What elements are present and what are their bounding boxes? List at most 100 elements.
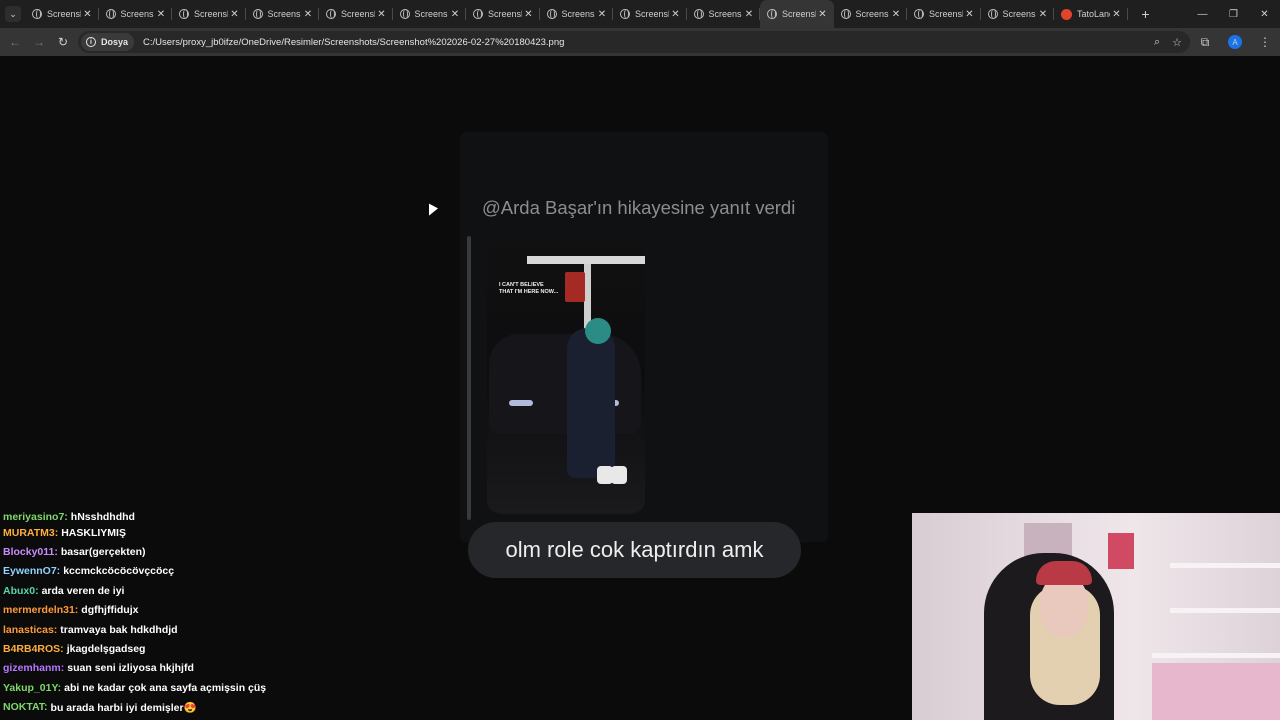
close-window-icon[interactable]: ✕ (1249, 9, 1280, 20)
browser-tab[interactable]: Screenshot✕ (613, 0, 687, 28)
chat-message: meriyasino7: hNsshdhdhd (3, 509, 383, 523)
chat-username[interactable]: Blocky011: (3, 546, 58, 558)
browser-tab[interactable]: Screenshot✕ (246, 0, 320, 28)
restore-icon[interactable]: ❐ (1218, 9, 1249, 20)
chat-message: B4RB4ROS: jkagdelşgadseg (3, 639, 383, 658)
info-icon: i (86, 37, 96, 47)
browser-tab[interactable]: Screenshot✕ (172, 0, 246, 28)
chat-message: gizemhanm: suan seni izliyosa hkjhjfd (3, 659, 383, 678)
browser-tab[interactable]: Screenshot✕ (99, 0, 173, 28)
browser-tab[interactable]: Screenshot✕ (466, 0, 540, 28)
globe-icon (546, 9, 557, 19)
tab-title: Screenshot (267, 9, 302, 19)
browser-tab[interactable]: Screenshot✕ (393, 0, 467, 28)
profile-avatar[interactable]: A (1228, 35, 1242, 49)
browser-tab[interactable]: Screenshot✕ (760, 0, 834, 28)
site-info-label: Dosya (101, 37, 129, 47)
chat-message: NOKTAT: bu arada harbi iyi demişler😍 (3, 698, 383, 717)
tab-close-icon[interactable]: ✕ (889, 9, 903, 20)
tab-title: Screenshot (929, 9, 963, 19)
reply-message-bubble: olm role cok kaptırdın amk (468, 522, 801, 578)
tab-close-icon[interactable]: ✕ (522, 9, 536, 20)
tab-title: Screenshot (194, 9, 228, 19)
tab-title: Screenshot (47, 9, 81, 19)
tab-close-icon[interactable]: ✕ (742, 9, 756, 20)
story-reply-header: @Arda Başar'ın hikayesine yanıt verdi (482, 197, 796, 218)
browser-tab[interactable]: Screenshot✕ (834, 0, 908, 28)
chat-text: arda veren de iyi (41, 584, 125, 597)
webcam-overlay (912, 513, 1280, 720)
chat-text: abi ne kadar çok ana sayfa açmişsin çüş (64, 681, 267, 694)
tab-close-icon[interactable]: ✕ (595, 9, 609, 20)
chat-username[interactable]: mermerdeln31: (3, 604, 78, 616)
minimize-icon[interactable]: — (1187, 9, 1218, 20)
chat-username[interactable]: B4RB4ROS: (3, 643, 64, 655)
browser-toolbar: ← → ↻ i Dosya C:/Users/proxy_jb0ifze/One… (0, 28, 1280, 56)
tab-title: TatoLand (1077, 9, 1110, 19)
tab-close-icon[interactable]: ✕ (816, 9, 830, 20)
tab-close-icon[interactable]: ✕ (228, 9, 242, 20)
tab-close-icon[interactable]: ✕ (963, 9, 977, 20)
forward-icon[interactable]: → (27, 35, 51, 49)
chat-text: hNsshdhdhd (70, 511, 135, 523)
tab-title: Screenshot (120, 9, 155, 19)
tab-close-icon[interactable]: ✕ (1036, 9, 1050, 20)
chat-username[interactable]: gizemhanm: (3, 662, 64, 674)
chat-username[interactable]: lanasticas: (3, 624, 57, 636)
address-bar[interactable]: i Dosya C:/Users/proxy_jb0ifze/OneDrive/… (78, 31, 1190, 53)
stream-chat: meriyasino7: hNsshdhdhd MURATM3: HASKLIYMIŞ… (3, 509, 383, 717)
extensions-icon[interactable]: ⧉ (1190, 35, 1220, 50)
browser-tab[interactable]: Screenshot✕ (981, 0, 1055, 28)
browser-tab[interactable]: Screenshot✕ (687, 0, 761, 28)
globe-icon (326, 9, 336, 19)
tab-search-button[interactable]: ⌄ (5, 6, 21, 22)
address-bar-actions: ⌕ ☆ (1154, 31, 1182, 53)
chat-text: basar(gerçekten) (60, 546, 146, 559)
chat-username[interactable]: EywennO7: (3, 565, 60, 577)
tab-close-icon[interactable]: ✕ (154, 9, 168, 20)
tab-close-icon[interactable]: ✕ (375, 9, 389, 20)
chat-username[interactable]: NOKTAT: (3, 701, 48, 713)
tab-title: Screenshot (561, 9, 596, 19)
chat-message: Abux0: arda veren de iyi (3, 581, 383, 600)
browser-tab[interactable]: Screenshot✕ (540, 0, 614, 28)
tab-close-icon[interactable]: ✕ (301, 9, 315, 20)
chat-message: mermerdeln31: dgfhjffidujx (3, 601, 383, 620)
tab-title: Screenshot (855, 9, 890, 19)
tab-title: Screenshot (1002, 9, 1037, 19)
chat-message: EywennO7: kccmckcöcöcövçcöcç (3, 562, 383, 581)
reload-icon[interactable]: ↻ (51, 35, 75, 49)
chat-username[interactable]: Abux0: (3, 585, 39, 597)
tab-close-icon[interactable]: ✕ (1110, 9, 1124, 20)
tab-title: Screenshot (635, 9, 669, 19)
browser-tab[interactable]: Screenshot✕ (25, 0, 99, 28)
globe-icon (693, 9, 704, 19)
zoom-icon[interactable]: ⌕ (1154, 36, 1160, 49)
chat-text: jkagdelşgadseg (66, 643, 146, 656)
back-icon[interactable]: ← (3, 35, 27, 49)
url-text[interactable]: C:/Users/proxy_jb0ifze/OneDrive/Resimler… (143, 37, 564, 48)
tab-close-icon[interactable]: ✕ (448, 9, 462, 20)
globe-icon (105, 9, 116, 19)
chat-username[interactable]: MURATM3: (3, 527, 58, 539)
browser-tab[interactable]: Screenshot✕ (907, 0, 981, 28)
new-tab-button[interactable]: + (1136, 6, 1156, 22)
chat-username[interactable]: Yakup_01Y: (3, 682, 61, 694)
menu-kebab-icon[interactable]: ⋮ (1250, 35, 1280, 49)
chat-message: Yakup_01Y: abi ne kadar çok ana sayfa açm… (3, 678, 383, 697)
tab-title: Screenshot (488, 9, 522, 19)
site-info-chip[interactable]: i Dosya (81, 33, 135, 51)
globe-icon (32, 9, 42, 19)
browser-tab[interactable]: Screenshot✕ (319, 0, 393, 28)
tab-close-icon[interactable]: ✕ (669, 9, 683, 20)
bookmark-star-icon[interactable]: ☆ (1172, 36, 1182, 49)
globe-icon (252, 9, 263, 19)
red-favicon-icon (1061, 8, 1072, 20)
chat-text: suan seni izliyosa hkjhjfd (67, 662, 194, 675)
tab-close-icon[interactable]: ✕ (81, 9, 95, 20)
globe-icon (399, 9, 410, 19)
globe-icon (620, 9, 630, 19)
chat-username[interactable]: meriyasino7: (3, 511, 68, 523)
tab-title: Screenshot (782, 9, 816, 19)
browser-tab[interactable]: TatoLand✕ (1054, 0, 1128, 28)
